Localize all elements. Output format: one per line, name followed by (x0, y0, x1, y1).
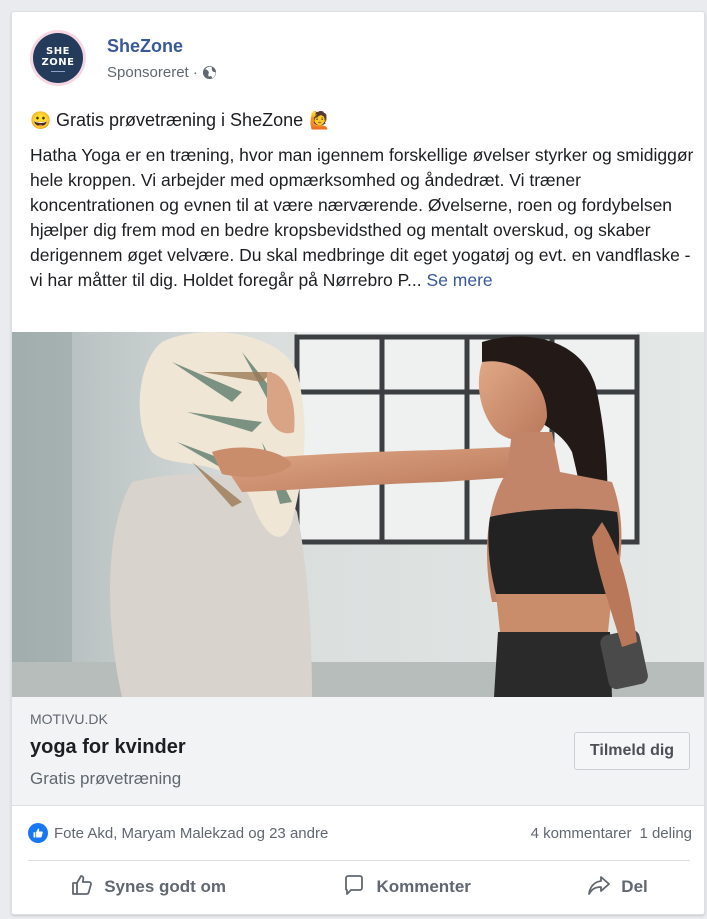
link-preview[interactable]: MOTIVU.DK yoga for kvinder Gratis prøvet… (12, 697, 704, 806)
avatar[interactable]: SHE ZONE (30, 30, 86, 86)
reactions-summary[interactable]: Fote Akd, Maryam Malekzad og 23 andre (28, 823, 328, 843)
like-button[interactable]: Synes godt om (60, 867, 236, 908)
link-description: Gratis prøvetræning (30, 769, 182, 788)
headline-text: Gratis prøvetræning i SheZone (56, 110, 304, 130)
signup-button[interactable]: Tilmeld dig (574, 732, 690, 770)
sponsored-post-card: SHE ZONE SheZone Sponsoreret · 😀 Gratis … (11, 11, 705, 915)
ad-photo[interactable] (12, 332, 704, 697)
grinning-face-icon: 😀 (30, 110, 52, 130)
share-label: Del (621, 877, 648, 896)
avatar-logo-text: SHE ZONE (41, 46, 75, 68)
thumbs-up-icon (70, 873, 94, 902)
globe-icon (202, 65, 217, 80)
divider (28, 860, 690, 861)
like-label: Synes godt om (104, 877, 227, 896)
post-body: Hatha Yoga er en træning, hvor man igenn… (30, 143, 702, 293)
page-name-link[interactable]: SheZone (107, 36, 183, 57)
comments-count[interactable]: 4 kommentarer (531, 825, 632, 842)
comment-button[interactable]: Kommenter (332, 867, 480, 908)
comment-icon (342, 873, 366, 902)
avatar-logo: SHE ZONE (33, 33, 83, 83)
post-headline: 😀 Gratis prøvetræning i SheZone 🙋 (30, 110, 331, 131)
sponsored-info: Sponsoreret · (107, 64, 217, 81)
comment-label: Kommenter (376, 877, 471, 896)
reactions-bar: Fote Akd, Maryam Malekzad og 23 andre 4 … (28, 821, 692, 845)
share-button[interactable]: Del (577, 867, 657, 908)
link-domain: MOTIVU.DK (30, 711, 108, 727)
post-body-text: Hatha Yoga er en træning, hvor man igenn… (30, 145, 694, 290)
yoga-photo-illustration (12, 332, 704, 697)
action-bar: Synes godt om Kommenter Del (12, 864, 704, 910)
reaction-names[interactable]: Fote Akd, Maryam Malekzad og 23 andre (54, 825, 328, 842)
shares-count[interactable]: 1 deling (639, 825, 692, 842)
person-raising-hand-icon: 🙋 (309, 110, 331, 130)
see-more-link[interactable]: Se mere (427, 270, 493, 290)
sponsored-label[interactable]: Sponsoreret · (107, 64, 198, 81)
post-header: SHE ZONE SheZone Sponsoreret · (30, 30, 690, 86)
engagement-counts: 4 kommentarer 1 deling (531, 825, 692, 842)
like-reaction-icon (28, 823, 48, 843)
link-title[interactable]: yoga for kvinder (30, 736, 186, 759)
share-icon (587, 873, 611, 902)
